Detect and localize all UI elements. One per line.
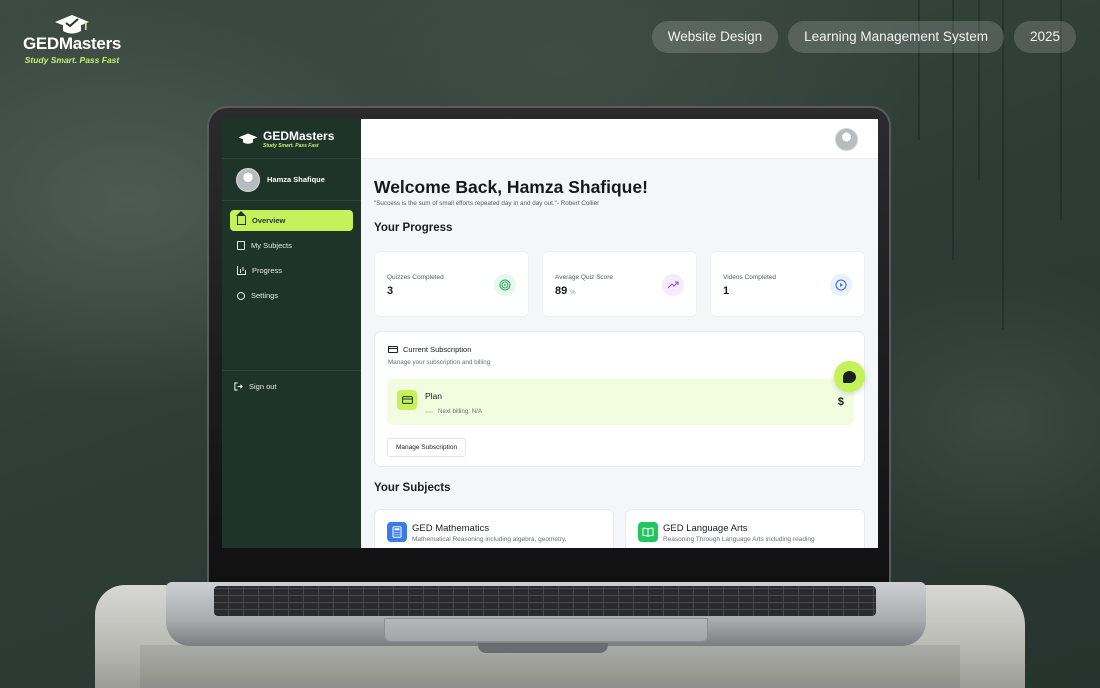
quote: "Success is the sum of small efforts rep… xyxy=(374,200,600,207)
sidebar-item-label: My Subjects xyxy=(251,241,292,250)
main-content: Welcome Back, Hamza Shafique! "Success i… xyxy=(361,119,878,548)
credit-card-icon xyxy=(388,346,398,353)
stat-card-videos: Videos Completed 1 xyxy=(710,251,865,317)
laptop-trackpad xyxy=(384,618,708,642)
gear-icon xyxy=(237,291,245,300)
tag-pill: Website Design xyxy=(651,21,779,53)
avatar[interactable] xyxy=(835,128,858,151)
stat-label: Average Quiz Score xyxy=(555,274,614,281)
plan-price: $ xyxy=(837,396,844,408)
laptop-screen: GEDMasters Study Smart. Pass Fast Hamza … xyxy=(222,119,878,548)
sign-out-label: Sign out xyxy=(249,382,277,391)
tag-pill: Learning Management System xyxy=(788,21,1004,53)
plan-box: Plan Next billing: N/A $ xyxy=(387,379,854,425)
sidebar: GEDMasters Study Smart. Pass Fast Hamza … xyxy=(222,119,361,548)
chat-button[interactable] xyxy=(834,361,865,392)
sidebar-item-label: Overview xyxy=(252,216,286,225)
trending-up-icon xyxy=(662,274,684,296)
subject-name: GED Mathematics xyxy=(412,523,490,534)
sidebar-item-label: Settings xyxy=(251,291,279,300)
brand-name: GEDMasters xyxy=(22,34,122,53)
sidebar-item-label: Progress xyxy=(252,266,283,275)
target-icon xyxy=(494,274,516,296)
sidebar-item-settings[interactable]: Settings xyxy=(230,285,353,306)
stat-value: 1 xyxy=(723,285,730,297)
stat-label: Videos Completed xyxy=(723,274,776,281)
sidebar-logo[interactable]: GEDMasters Study Smart. Pass Fast xyxy=(222,119,361,159)
tag-pills: Website Design Learning Management Syste… xyxy=(651,21,1076,53)
calculator-icon xyxy=(387,522,407,542)
open-book-icon xyxy=(638,522,658,542)
bar-chart-icon xyxy=(237,266,246,275)
next-billing: Next billing: N/A xyxy=(425,408,482,415)
manage-subscription-button[interactable]: Manage Subscription xyxy=(387,438,467,457)
subscription-title: Current Subscription xyxy=(388,345,471,354)
brand-logo: GEDMasters Study Smart. Pass Fast xyxy=(20,14,124,65)
sidebar-user: Hamza Shafique xyxy=(222,159,361,201)
chat-icon xyxy=(843,370,856,383)
graduation-cap-icon xyxy=(55,15,89,34)
sign-out-button[interactable]: Sign out xyxy=(234,382,277,391)
sign-out-icon xyxy=(234,382,243,391)
user-name: Hamza Shafique xyxy=(267,175,325,184)
subject-card-language-arts[interactable]: GED Language Arts Reasoning Through Lang… xyxy=(625,509,865,548)
subscription-description: Manage your subscription and billing xyxy=(388,359,491,366)
top-bar xyxy=(361,119,878,159)
book-icon xyxy=(237,241,245,250)
sidebar-logo-name: GEDMasters xyxy=(263,128,335,143)
plan-name: Plan xyxy=(425,391,443,401)
sidebar-logo-tagline: Study Smart. Pass Fast xyxy=(263,142,319,149)
credit-card-icon xyxy=(397,390,417,410)
stat-unit: % xyxy=(570,290,576,296)
home-icon xyxy=(236,211,246,225)
stat-card-quiz-score: Average Quiz Score 89% xyxy=(542,251,697,317)
subscription-card: Current Subscription Manage your subscri… xyxy=(374,331,865,467)
tag-pill: 2025 xyxy=(1013,21,1076,53)
sidebar-nav: Overview My Subjects Progress Settings xyxy=(222,201,361,306)
laptop-keyboard xyxy=(214,586,876,616)
avatar xyxy=(236,167,260,192)
plan-badge xyxy=(425,410,433,413)
sidebar-divider xyxy=(222,370,361,371)
page-title: Welcome Back, Hamza Shafique! xyxy=(374,177,648,197)
progress-title: Your Progress xyxy=(374,222,453,234)
stat-card-quizzes: Quizzes Completed 3 xyxy=(374,251,529,317)
subject-name: GED Language Arts xyxy=(663,523,748,534)
graduation-cap-icon xyxy=(238,132,258,144)
subject-description: Reasoning Through Language Arts includin… xyxy=(663,536,815,543)
laptop-notch xyxy=(478,643,608,653)
play-icon xyxy=(830,274,852,296)
stat-label: Quizzes Completed xyxy=(387,274,444,281)
stat-value: 3 xyxy=(387,285,394,297)
brand-tagline: Study Smart. Pass Fast xyxy=(24,55,120,65)
subject-description: Mathematical Reasoning including algebra… xyxy=(412,536,567,543)
sidebar-item-overview[interactable]: Overview xyxy=(230,210,353,231)
sidebar-item-my-subjects[interactable]: My Subjects xyxy=(230,235,353,256)
subjects-title: Your Subjects xyxy=(374,482,451,494)
stat-value: 89% xyxy=(555,285,576,297)
sidebar-item-progress[interactable]: Progress xyxy=(230,260,353,281)
subject-card-mathematics[interactable]: GED Mathematics Mathematical Reasoning i… xyxy=(374,509,614,548)
